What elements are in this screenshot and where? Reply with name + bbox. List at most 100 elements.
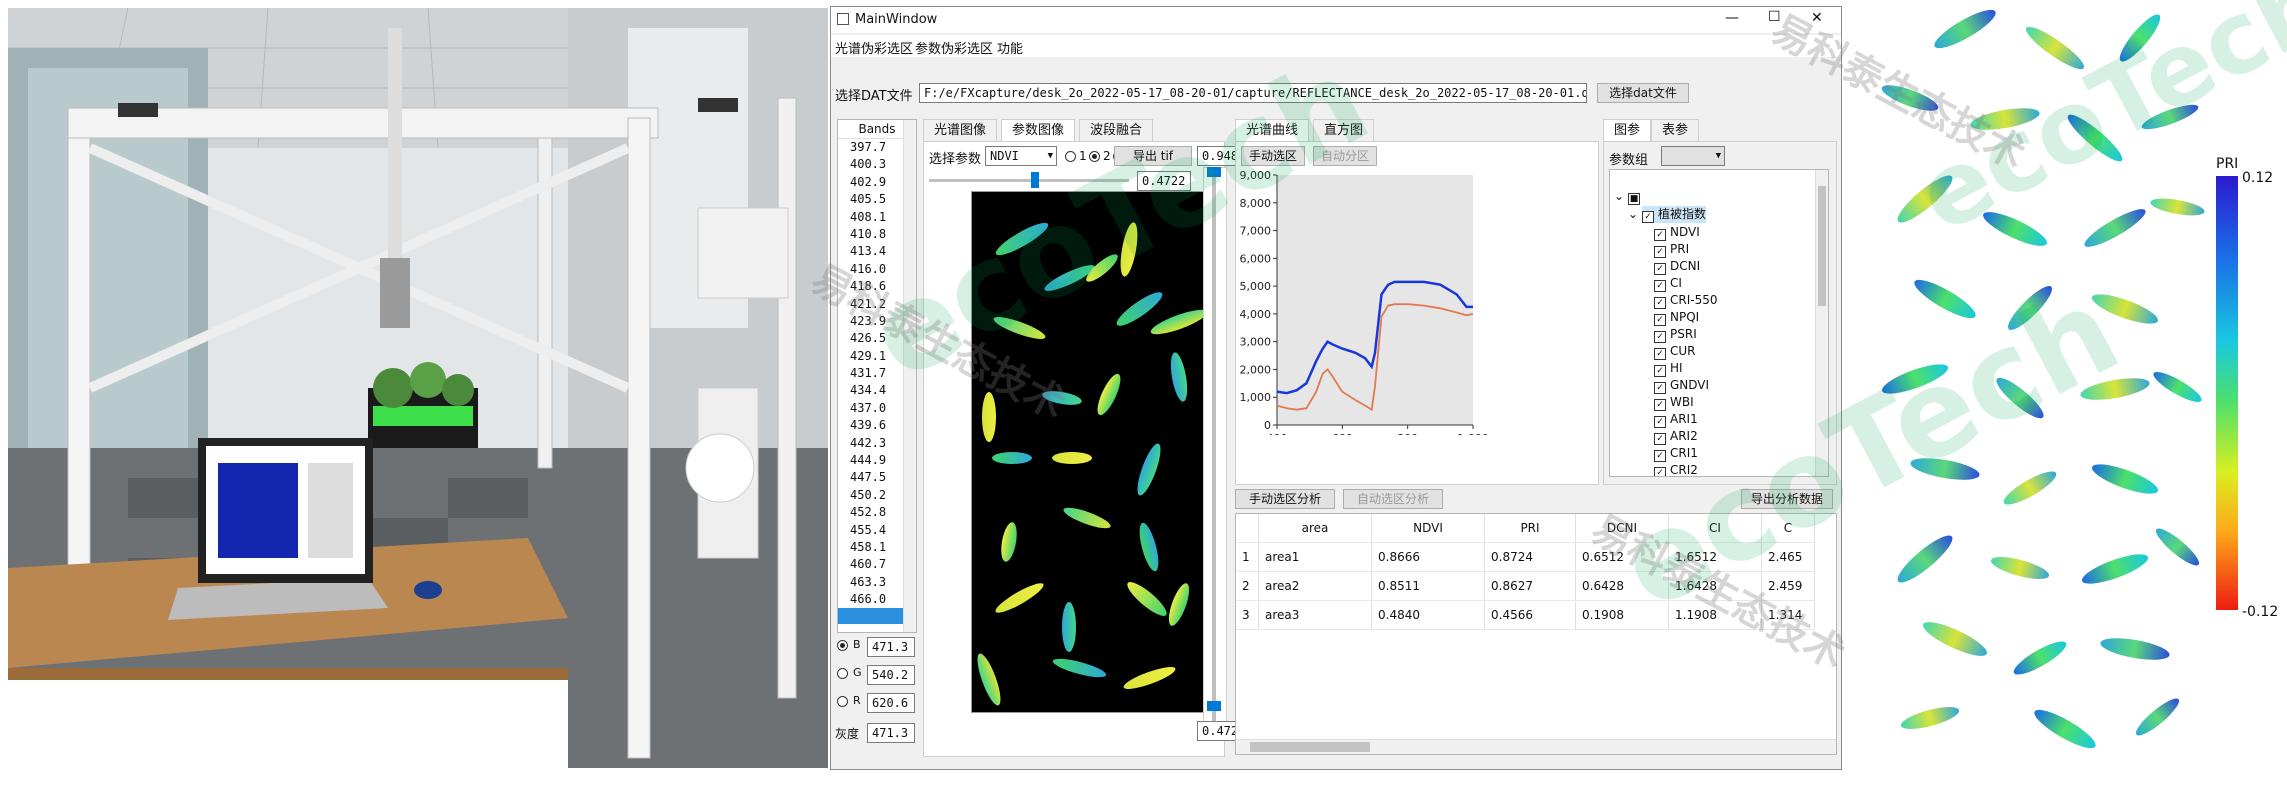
menu-spectral-pseudocolor[interactable]: 光谱伪彩选区 [835, 38, 913, 57]
band-selected-row[interactable] [838, 608, 904, 624]
table-column-header[interactable]: NDVI [1371, 514, 1485, 543]
tree-group-node[interactable]: ✓ 植被指数 [1642, 206, 1707, 223]
threshold-slider-handle[interactable] [1031, 172, 1039, 188]
select-dat-button[interactable]: 选择dat文件 [1597, 83, 1689, 103]
spectral-curve-chart[interactable]: 9,000 8,000 7,000 6,000 5,000 4,000 3,000 2,000… [1237, 167, 1593, 435]
channel-value-green[interactable]: 540.2 [867, 665, 915, 685]
checkbox-icon[interactable]: ✓ [1654, 331, 1666, 343]
tab-band-fusion[interactable]: 波段融合 [1079, 119, 1154, 141]
table-column-header[interactable] [1236, 514, 1259, 543]
table-cell[interactable]: 1.6512 [1668, 542, 1762, 572]
auto-region-button[interactable]: 自动分区 [1313, 146, 1377, 166]
tree-root-checkbox[interactable]: ■ [1628, 193, 1640, 205]
checkbox-icon[interactable]: ✓ [1642, 211, 1654, 223]
table-cell[interactable]: area1 [1258, 542, 1372, 572]
table-column-header[interactable]: area [1258, 514, 1372, 543]
checkbox-icon[interactable]: ✓ [1654, 365, 1666, 377]
param-select[interactable]: NDVI ▼ [985, 146, 1057, 166]
tab-spectral-curve[interactable]: 光谱曲线 [1235, 119, 1310, 141]
table-column-header[interactable]: DCNI [1575, 514, 1669, 543]
table-row[interactable]: 1 area1 0.8666 0.8724 0.6512 1.6512 2.465 [1236, 542, 1815, 572]
table-cell[interactable]: 0.8666 [1371, 542, 1485, 572]
tree-scrollbar-thumb[interactable] [1818, 186, 1826, 306]
checkbox-icon[interactable]: ✓ [1654, 280, 1666, 292]
export-tif-button[interactable]: 导出 tif [1114, 146, 1192, 166]
table-h-scrollbar-thumb[interactable] [1250, 742, 1370, 752]
bands-scrollbar[interactable] [903, 120, 916, 632]
table-cell[interactable]: 0.8627 [1484, 571, 1576, 601]
row-number[interactable]: 3 [1236, 600, 1259, 630]
radio-blue-channel[interactable] [837, 640, 848, 651]
param-radio-2[interactable] [1089, 151, 1100, 162]
table-cell[interactable]: 0.4840 [1371, 600, 1485, 630]
menu-param-pseudocolor[interactable]: 参数伪彩选区 [915, 38, 993, 57]
row-number[interactable]: 2 [1236, 571, 1259, 601]
row-number[interactable]: 1 [1236, 542, 1259, 572]
tab-param-image[interactable]: 参数图像 [1001, 119, 1076, 141]
checkbox-icon[interactable]: ✓ [1654, 467, 1666, 476]
checkbox-icon[interactable]: ✓ [1654, 348, 1666, 360]
param-radio-1[interactable] [1065, 151, 1076, 162]
tree-item-npqi[interactable]: ✓ NPQI [1654, 309, 1699, 326]
tree-item-cri-550[interactable]: ✓ CRI-550 [1654, 292, 1718, 309]
tab-table-params[interactable]: 表参 [1651, 119, 1700, 141]
tab-image-params[interactable]: 图参 [1603, 119, 1652, 141]
checkbox-icon[interactable]: ✓ [1654, 229, 1666, 241]
gray-value-field[interactable]: 471.3 [867, 723, 915, 743]
tree-item-wbi[interactable]: ✓ WBI [1654, 394, 1694, 411]
table-row[interactable]: 3 area3 0.4840 0.4566 0.1908 1.1908 1.314 [1236, 600, 1815, 630]
table-cell[interactable]: area3 [1258, 600, 1372, 630]
tree-root-node[interactable]: ■ [1628, 188, 1644, 205]
table-cell[interactable]: 0.8724 [1484, 542, 1576, 572]
minimize-icon[interactable]: — [1725, 10, 1739, 26]
table-row[interactable]: 2 area2 0.8511 0.8627 0.6428 1.6428 2.459 [1236, 571, 1815, 601]
channel-value-red[interactable]: 620.6 [867, 693, 915, 713]
param-image-canvas[interactable] [971, 191, 1215, 713]
checkbox-icon[interactable]: ✓ [1654, 246, 1666, 258]
checkbox-icon[interactable]: ✓ [1654, 297, 1666, 309]
bands-list[interactable]: Bands 397.7 400.3 402.9 405.5 408.1 410.8 413.… [837, 119, 917, 633]
vertical-slider-bottom-handle[interactable] [1207, 701, 1221, 711]
tree-scrollbar[interactable] [1815, 170, 1828, 476]
table-cell[interactable]: 2.459 [1761, 571, 1815, 601]
table-column-header[interactable]: CI [1668, 514, 1762, 543]
menu-function[interactable]: 功能 [997, 38, 1023, 57]
checkbox-icon[interactable]: ✓ [1654, 416, 1666, 428]
tab-histogram[interactable]: 直方图 [1313, 119, 1375, 141]
tree-root-chevron-icon[interactable]: ⌄ [1614, 188, 1624, 205]
close-icon[interactable]: ✕ [1811, 10, 1823, 26]
tab-spectral-image[interactable]: 光谱图像 [923, 119, 998, 141]
table-cell[interactable]: 0.1908 [1575, 600, 1669, 630]
table-cell[interactable]: 1.314 [1761, 600, 1815, 630]
checkbox-icon[interactable]: ✓ [1654, 433, 1666, 445]
table-cell[interactable]: 0.6428 [1575, 571, 1669, 601]
tree-item-ci[interactable]: ✓ CI [1654, 275, 1682, 292]
slider-value-field[interactable]: 0.4722 [1137, 171, 1191, 191]
manual-analysis-button[interactable]: 手动选区分析 [1235, 489, 1335, 509]
checkbox-icon[interactable]: ✓ [1654, 263, 1666, 275]
manual-region-button[interactable]: 手动选区 [1241, 146, 1305, 166]
tree-item-ari1[interactable]: ✓ ARI1 [1654, 411, 1698, 428]
radio-green-channel[interactable] [837, 668, 848, 679]
checkbox-icon[interactable]: ✓ [1654, 450, 1666, 462]
table-cell[interactable]: 2.465 [1761, 542, 1815, 572]
radio-red-channel[interactable] [837, 696, 848, 707]
file-path-field[interactable]: F:/e/FXcapture/desk_2o_2022-05-17_08-20-… [919, 83, 1587, 103]
table-column-header[interactable]: PRI [1484, 514, 1576, 543]
checkbox-icon[interactable]: ✓ [1654, 382, 1666, 394]
tree-item-dcni[interactable]: ✓ DCNI [1654, 258, 1700, 275]
threshold-slider-track[interactable] [929, 179, 1129, 182]
table-cell[interactable]: 0.8511 [1371, 571, 1485, 601]
tree-item-cur[interactable]: ✓ CUR [1654, 343, 1696, 360]
tree-item-psri[interactable]: ✓ PSRI [1654, 326, 1697, 343]
table-cell[interactable]: 0.6512 [1575, 542, 1669, 572]
table-cell[interactable]: area2 [1258, 571, 1372, 601]
auto-analysis-button[interactable]: 自动选区分析 [1343, 489, 1443, 509]
table-cell[interactable]: 1.6428 [1668, 571, 1762, 601]
tree-item-gndvi[interactable]: ✓ GNDVI [1654, 377, 1709, 394]
vertical-slider-track[interactable] [1212, 171, 1216, 721]
tree-item-cri2[interactable]: ✓ CRI2 [1654, 462, 1698, 476]
table-cell[interactable]: 0.4566 [1484, 600, 1576, 630]
channel-value-blue[interactable]: 471.3 [867, 637, 915, 657]
table-h-scrollbar[interactable] [1236, 739, 1836, 754]
